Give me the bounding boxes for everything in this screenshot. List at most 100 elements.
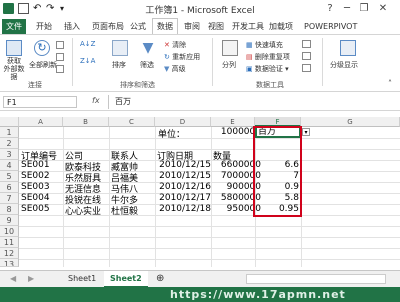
column-header-a[interactable]: A	[19, 117, 63, 127]
cell-a4[interactable]: SE001	[21, 160, 50, 170]
column-header-b[interactable]: B	[63, 117, 109, 127]
cell-a8[interactable]: SE005	[21, 204, 50, 214]
row-header[interactable]: 3	[0, 149, 19, 160]
new-sheet-icon[interactable]: ⊕	[150, 271, 170, 286]
advanced-button[interactable]: ▼ 高级	[164, 64, 186, 74]
sheet-tab-1[interactable]: Sheet1	[62, 271, 102, 286]
tab-powerpivot[interactable]: POWERPIVOT	[300, 19, 361, 34]
cell-f5[interactable]: 7	[255, 171, 299, 181]
row-header[interactable]: 13	[0, 259, 19, 267]
tab-view[interactable]: 视图	[204, 19, 228, 34]
reapply-button[interactable]: ↻ 重新应用	[164, 52, 200, 62]
column-header-c[interactable]: C	[109, 117, 155, 127]
cell-d5[interactable]: 2010/12/15	[155, 171, 211, 181]
cell-b8[interactable]: 心心实业	[65, 204, 101, 217]
row-header[interactable]: 8	[0, 204, 19, 215]
cell-e6[interactable]: 900000	[211, 182, 261, 192]
cell-f7[interactable]: 5.8	[255, 193, 299, 203]
tab-home[interactable]: 开始	[32, 19, 56, 34]
cell-f4[interactable]: 6.6	[255, 160, 299, 170]
worksheet-grid[interactable]: A B C D E F G 1 2 3 4 5 6 7 8 9 10 11 12…	[0, 117, 400, 267]
connections-icon[interactable]	[56, 41, 64, 49]
horizontal-scrollbar[interactable]	[246, 274, 386, 284]
cell-d8[interactable]: 2010/12/18	[155, 204, 211, 214]
cell-f6[interactable]: 0.9	[255, 182, 299, 192]
name-box[interactable]: F1	[3, 96, 77, 108]
row-header[interactable]: 6	[0, 182, 19, 193]
cell-a5[interactable]: SE002	[21, 171, 50, 181]
tab-file[interactable]: 文件	[2, 19, 26, 34]
row-header[interactable]: 9	[0, 215, 19, 226]
cell-e5[interactable]: 7000000	[211, 171, 261, 181]
cell-d1[interactable]: 单位：	[158, 127, 185, 140]
outline-button[interactable]: 分级显示	[330, 60, 358, 70]
advanced-label: 高级	[171, 65, 186, 73]
collapse-ribbon-icon[interactable]: ˄	[388, 79, 392, 88]
relationships-icon[interactable]	[302, 64, 311, 72]
cell-e1[interactable]: 1000000	[211, 127, 261, 137]
clear-button[interactable]: ✕ 清除	[164, 40, 186, 50]
row-header[interactable]: 4	[0, 160, 19, 171]
what-if-icon[interactable]	[302, 52, 311, 60]
column-header-d[interactable]: D	[155, 117, 211, 127]
row-header[interactable]: 12	[0, 248, 19, 259]
filter-button[interactable]: 筛选	[140, 60, 154, 70]
cell-a6[interactable]: SE003	[21, 182, 50, 192]
cell-a7[interactable]: SE004	[21, 193, 50, 203]
minimize-button[interactable]: ─	[340, 2, 354, 16]
dropdown-arrow-icon[interactable]: ▾	[302, 128, 310, 136]
formula-input[interactable]: 百万	[108, 95, 398, 109]
remove-duplicates-button[interactable]: ▤ 删除重复项	[246, 52, 290, 62]
flash-fill-button[interactable]: ▦ 快速填充	[246, 40, 283, 50]
row-header[interactable]: 5	[0, 171, 19, 182]
cell-e4[interactable]: 6600000	[211, 160, 261, 170]
tab-page-layout[interactable]: 页面布局	[88, 19, 128, 34]
cell-d6[interactable]: 2010/12/16	[155, 182, 211, 192]
cell-f1-active[interactable]: 百万	[255, 126, 301, 138]
insert-function-icon[interactable]: fx	[92, 96, 100, 105]
cell-d7[interactable]: 2010/12/17	[155, 193, 211, 203]
row-header[interactable]: 7	[0, 193, 19, 204]
column-header-g[interactable]: G	[301, 117, 400, 127]
restore-button[interactable]: ❐	[357, 2, 371, 16]
text-to-columns-button[interactable]: 分列	[222, 60, 236, 70]
help-button[interactable]: ?	[323, 2, 337, 16]
refresh-all-button[interactable]: 全部刷新	[29, 60, 57, 70]
tab-data[interactable]: 数据	[152, 18, 178, 35]
sort-az-icon[interactable]: A↓Z	[80, 40, 95, 48]
sort-button[interactable]: 排序	[112, 60, 126, 70]
cell-e8[interactable]: 950000	[211, 204, 261, 214]
gridline	[63, 127, 64, 267]
cell-d4[interactable]: 2010/12/15	[155, 160, 211, 170]
cell-c8[interactable]: 杜恒毅	[111, 204, 138, 217]
row-header[interactable]: 11	[0, 237, 19, 248]
tab-review[interactable]: 审阅	[180, 19, 204, 34]
tab-insert[interactable]: 插入	[60, 19, 84, 34]
data-validation-button[interactable]: ▣ 数据验证 ▾	[246, 64, 289, 74]
close-button[interactable]: ✕	[376, 2, 390, 16]
row-header[interactable]: 2	[0, 138, 19, 149]
connections-group-label: 连接	[28, 81, 42, 89]
tab-developer[interactable]: 开发工具	[228, 19, 268, 34]
tab-addins[interactable]: 加载项	[265, 19, 297, 34]
properties-icon[interactable]	[56, 53, 64, 61]
cell-e7[interactable]: 5800000	[211, 193, 261, 203]
scroll-right-icon[interactable]: ▶	[22, 271, 40, 286]
row-header[interactable]: 1	[0, 127, 19, 138]
watermark: https://www.17apmn.net	[170, 288, 346, 301]
edit-links-icon[interactable]	[56, 65, 64, 73]
cell-f8[interactable]: 0.95	[255, 204, 299, 214]
select-all-corner[interactable]	[0, 117, 19, 127]
reapply-label: 重新应用	[172, 53, 201, 61]
scroll-left-icon[interactable]: ◀	[4, 271, 22, 286]
column-header-e[interactable]: E	[211, 117, 255, 127]
get-external-data-button[interactable]: 获取 外部数据	[2, 57, 26, 81]
status-bar: https://www.17apmn.net	[0, 287, 400, 302]
data-validation-icon: ▣	[246, 65, 253, 73]
group-divider	[212, 38, 213, 86]
consolidate-icon[interactable]	[302, 40, 311, 48]
row-header[interactable]: 10	[0, 226, 19, 237]
tab-formulas[interactable]: 公式	[126, 19, 150, 34]
sheet-tab-2[interactable]: Sheet2	[104, 271, 148, 288]
sort-za-icon[interactable]: Z↓A	[80, 57, 95, 65]
